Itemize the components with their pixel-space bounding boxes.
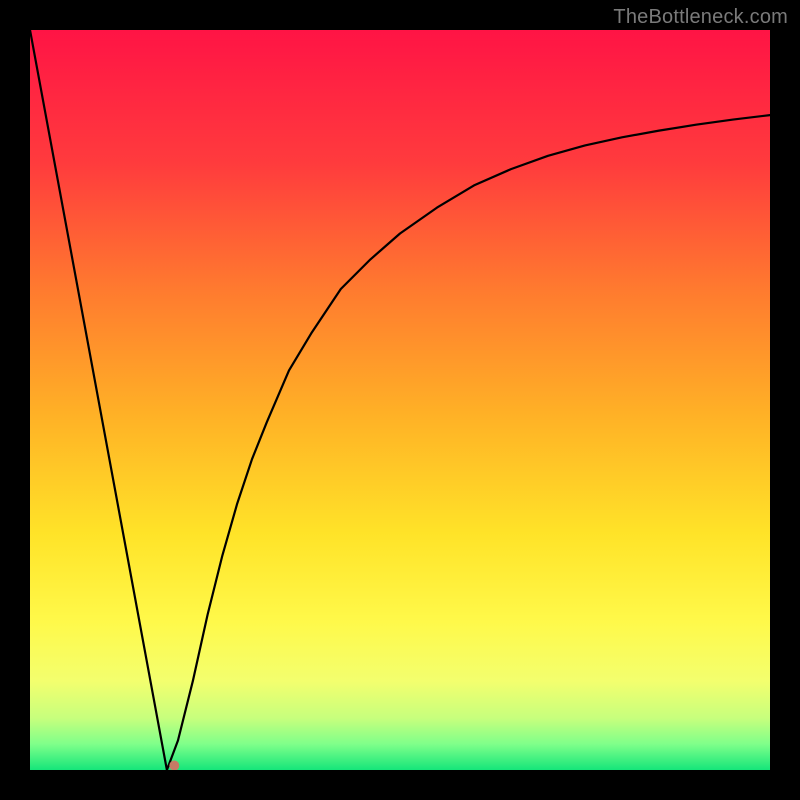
plot-area [30, 30, 770, 770]
gradient-background [30, 30, 770, 770]
watermark-text: TheBottleneck.com [613, 6, 788, 29]
chart-svg [30, 30, 770, 770]
chart-frame: TheBottleneck.com [0, 0, 800, 800]
